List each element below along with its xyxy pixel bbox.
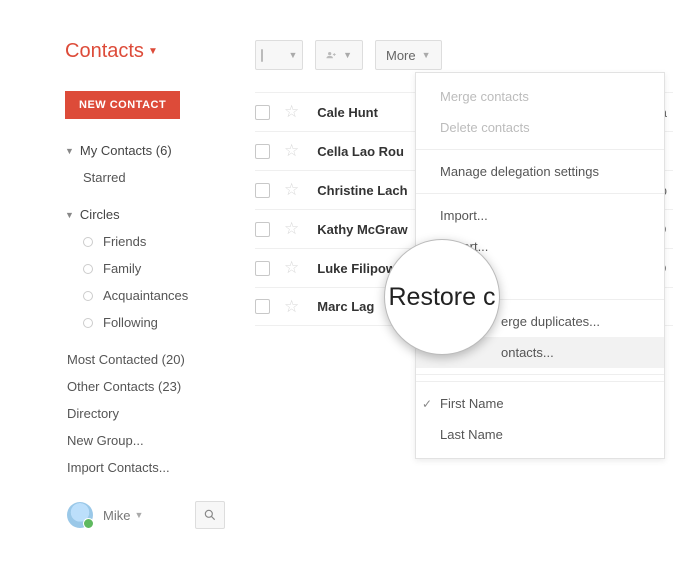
more-dropdown-button[interactable]: More ▼ [375, 40, 442, 70]
row-checkbox[interactable] [255, 105, 270, 120]
add-to-group-button[interactable]: ▼ [315, 40, 363, 70]
caret-down-icon: ▼ [422, 50, 431, 60]
sidebar-item-following[interactable]: Following [65, 309, 225, 336]
new-contact-button[interactable]: NEW CONTACT [65, 91, 180, 119]
sidebar-item-my-contacts[interactable]: ▼ My Contacts (6) [65, 137, 225, 164]
sidebar-item-import-contacts[interactable]: Import Contacts... [65, 454, 225, 481]
page-title: Contacts [65, 40, 144, 63]
caret-down-icon: ▼ [134, 510, 143, 520]
menu-item-manage-delegation[interactable]: Manage delegation settings [416, 156, 664, 187]
star-icon[interactable]: ☆ [284, 219, 299, 239]
check-icon: ✓ [422, 397, 432, 411]
circle-icon [83, 237, 93, 247]
caret-down-icon: ▼ [148, 46, 158, 57]
star-icon[interactable]: ☆ [284, 102, 299, 122]
row-checkbox[interactable] [255, 299, 270, 314]
circle-icon [83, 264, 93, 274]
search-button[interactable] [195, 501, 225, 529]
menu-item-sort-first-name[interactable]: ✓ First Name [416, 388, 664, 419]
checkbox-icon [261, 49, 263, 62]
row-checkbox[interactable] [255, 144, 270, 159]
sidebar-item-family[interactable]: Family [65, 255, 225, 282]
toolbar: ▼ ▼ More ▼ [235, 40, 673, 70]
sidebar-item-starred[interactable]: Starred [65, 164, 225, 191]
magnifier-text: Restore c [389, 283, 496, 312]
caret-down-icon: ▼ [289, 50, 298, 60]
menu-item-delete-contacts: Delete contacts [416, 112, 664, 143]
user-switcher[interactable]: Mike ▼ [67, 501, 225, 529]
row-checkbox[interactable] [255, 183, 270, 198]
magnifier-highlight: Restore c [384, 239, 500, 355]
user-name: Mike [103, 508, 130, 523]
star-icon[interactable]: ☆ [284, 258, 299, 278]
person-plus-icon [326, 48, 337, 62]
separator [416, 193, 664, 194]
menu-item-merge-contacts: Merge contacts [416, 81, 664, 112]
sidebar-item-most-contacted[interactable]: Most Contacted (20) [65, 346, 225, 373]
separator [416, 381, 664, 382]
row-checkbox[interactable] [255, 222, 270, 237]
circle-icon [83, 318, 93, 328]
caret-down-icon: ▼ [343, 50, 352, 60]
sidebar-item-circles[interactable]: ▼ Circles [65, 201, 225, 228]
star-icon[interactable]: ☆ [284, 141, 299, 161]
star-icon[interactable]: ☆ [284, 297, 299, 317]
separator [416, 149, 664, 150]
select-all-dropdown[interactable]: ▼ [255, 40, 303, 70]
menu-item-sort-last-name[interactable]: Last Name [416, 419, 664, 450]
sidebar-item-directory[interactable]: Directory [65, 400, 225, 427]
row-checkbox[interactable] [255, 261, 270, 276]
caret-down-icon: ▼ [65, 146, 74, 156]
sidebar-item-other-contacts[interactable]: Other Contacts (23) [65, 373, 225, 400]
avatar [67, 502, 93, 528]
sidebar: Contacts ▼ NEW CONTACT ▼ My Contacts (6)… [0, 40, 235, 529]
separator [416, 374, 664, 375]
circle-icon [83, 291, 93, 301]
caret-down-icon: ▼ [65, 210, 74, 220]
contacts-title-dropdown[interactable]: Contacts ▼ [65, 40, 225, 63]
sidebar-item-new-group[interactable]: New Group... [65, 427, 225, 454]
sidebar-item-acquaintances[interactable]: Acquaintances [65, 282, 225, 309]
menu-item-import[interactable]: Import... [416, 200, 664, 231]
search-icon [203, 508, 217, 522]
sidebar-item-friends[interactable]: Friends [65, 228, 225, 255]
star-icon[interactable]: ☆ [284, 180, 299, 200]
